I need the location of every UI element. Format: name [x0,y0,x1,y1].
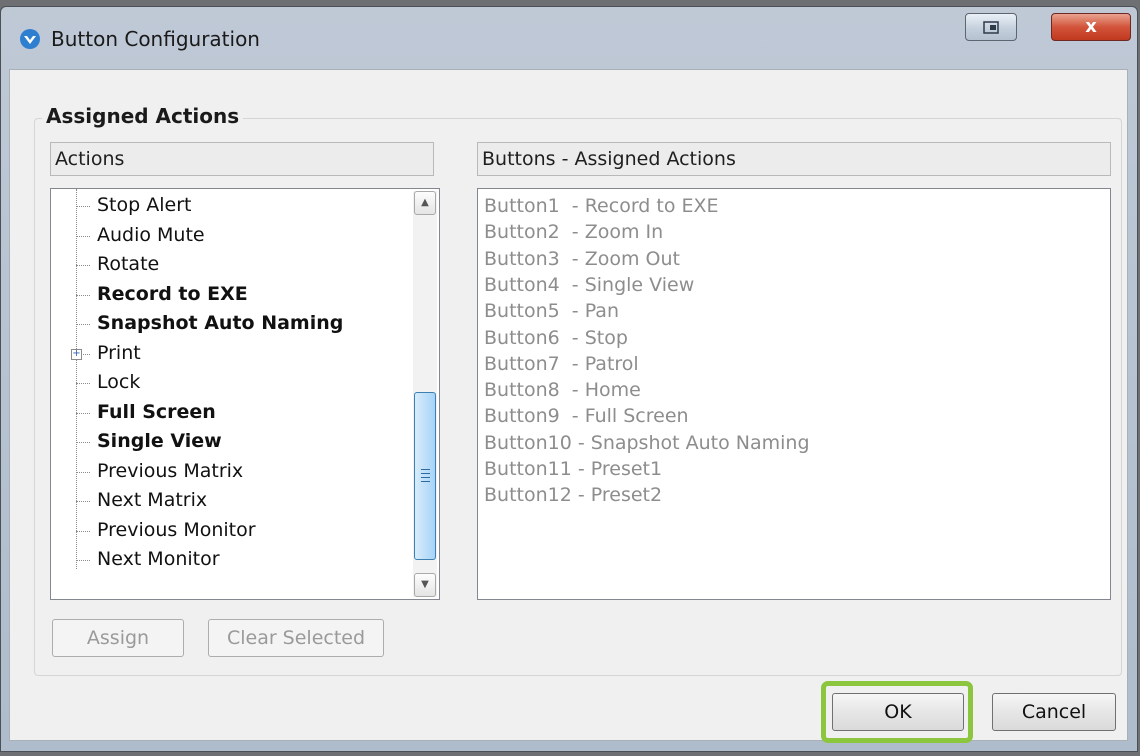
dialog-client-area: Assigned Actions Actions Stop Alert Audio… [9,69,1128,741]
cancel-button[interactable]: Cancel [992,693,1116,731]
tree-item[interactable]: Rotate [97,250,159,279]
tree-connector [76,560,90,561]
tree-item[interactable]: Stop Alert [97,191,191,220]
list-item[interactable]: Button5 - Pan [484,298,619,324]
scroll-thumb[interactable] [414,392,436,560]
list-item[interactable]: Button7 - Patrol [484,351,639,377]
tree-connector [76,235,90,237]
close-button[interactable]: x [1051,13,1131,41]
assigned-actions-list[interactable]: Button1 - Record to EXE Button2 - Zoom In… [477,188,1111,600]
tree-item[interactable]: Lock [97,368,140,397]
list-item[interactable]: Button4 - Single View [484,272,694,298]
list-item[interactable]: Button9 - Full Screen [484,403,689,429]
tree-item[interactable]: Audio Mute [97,221,205,250]
tree-item[interactable]: Full Screen [97,398,216,427]
dialog-window: Button Configuration x Assigned Actions … [0,6,1138,752]
scroll-down-button[interactable]: ▼ [414,573,436,597]
scroll-up-button[interactable]: ▲ [414,191,436,215]
tree-item[interactable]: Next Matrix [97,486,207,515]
tree-item[interactable]: Next Monitor [97,545,220,574]
list-item[interactable]: Button6 - Stop [484,325,628,351]
list-item[interactable]: Button11 - Preset1 [484,456,662,482]
tree-item[interactable]: Previous Monitor [97,516,256,545]
ok-button-highlight [821,681,973,743]
tree-item[interactable]: Snapshot Auto Naming [97,309,343,338]
restore-window-icon [983,21,999,34]
actions-tree[interactable]: Stop Alert Audio Mute Rotate Record to EXE S… [50,188,440,600]
plus-expand-icon[interactable]: + [71,348,82,360]
scroll-up-arrow-icon: ▲ [421,197,429,208]
tree-connector [76,294,90,296]
tree-connector [76,471,90,473]
list-item[interactable]: Button8 - Home [484,377,641,403]
list-item[interactable]: Button1 - Record to EXE [484,193,719,219]
tree-connector [76,265,90,266]
window-title: Button Configuration [51,27,260,51]
restore-window-button[interactable] [965,13,1017,41]
actions-header: Actions [50,142,434,176]
clear-selected-button[interactable]: Clear Selected [208,619,384,657]
actions-scrollbar[interactable]: ▲ ▼ [413,191,437,597]
tree-connector [76,442,90,443]
tree-connector [76,530,90,532]
group-title: Assigned Actions [42,104,244,128]
assign-button[interactable]: Assign [52,619,184,657]
tree-connector [76,501,90,502]
tree-item[interactable]: Single View [97,427,222,456]
scroll-down-arrow-icon: ▼ [421,579,429,590]
list-item[interactable]: Button12 - Preset2 [484,482,662,508]
list-item[interactable]: Button10 - Snapshot Auto Naming [484,430,810,456]
tree-connector [76,412,90,414]
assigned-header: Buttons - Assigned Actions [477,142,1111,176]
tree-connector [76,324,90,325]
close-icon: x [1085,16,1097,37]
tree-item[interactable]: Record to EXE [97,280,248,309]
title-bar[interactable]: Button Configuration x [1,7,1137,69]
tree-connector [76,206,90,207]
tree-item[interactable]: Print [97,339,141,368]
list-item[interactable]: Button2 - Zoom In [484,219,663,245]
tree-item[interactable]: Previous Matrix [97,457,243,486]
tree-connector [76,383,90,384]
app-logo-icon [20,29,40,49]
list-item[interactable]: Button3 - Zoom Out [484,246,680,272]
